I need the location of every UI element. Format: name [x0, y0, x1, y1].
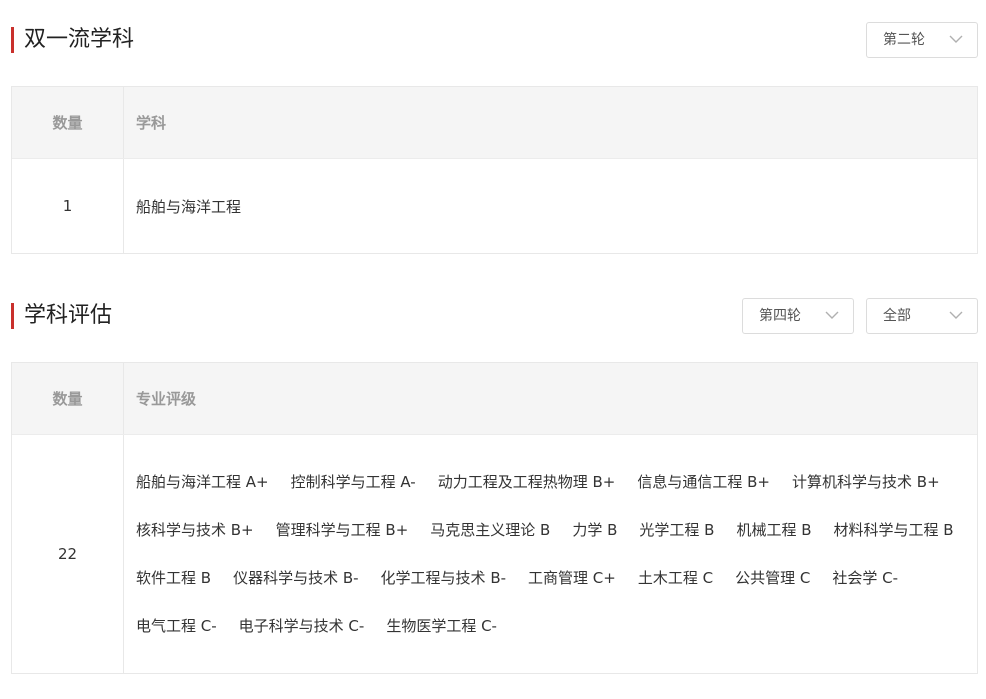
- table-header: 数量 学科: [12, 87, 977, 159]
- grade-item: 土木工程 C: [637, 569, 714, 587]
- grade-item: 动力工程及工程热物理 B+: [437, 473, 616, 491]
- grade-item: 机械工程 B: [736, 521, 812, 539]
- round-select-label: 第四轮: [759, 308, 801, 324]
- table-row: 1 船舶与海洋工程: [12, 159, 977, 253]
- chevron-down-icon: [949, 35, 963, 43]
- double-first-class-header: 双一流学科 第二轮: [11, 22, 978, 58]
- evaluation-header: 学科评估 第四轮 全部: [11, 298, 978, 334]
- row-count: 1: [12, 159, 124, 253]
- header-count: 数量: [12, 363, 124, 434]
- grade-item: 电气工程 C-: [136, 617, 217, 635]
- row-subject: 船舶与海洋工程: [136, 197, 242, 216]
- grade-item: 社会学 C-: [832, 569, 898, 587]
- row-count: 22: [12, 435, 124, 673]
- evaluation-title: 学科评估: [11, 301, 112, 331]
- round-select-double-first-class[interactable]: 第二轮: [866, 22, 978, 58]
- grade-item: 力学 B: [572, 521, 618, 539]
- table-header: 数量 专业评级: [12, 363, 977, 435]
- grade-item: 信息与通信工程 B+: [637, 473, 771, 491]
- grade-item: 软件工程 B: [136, 569, 212, 587]
- grade-item: 电子科学与技术 C-: [238, 617, 365, 635]
- grade-item: 计算机科学与技术 B+: [792, 473, 940, 491]
- chevron-down-icon: [949, 311, 963, 319]
- grade-filter-select[interactable]: 全部: [866, 298, 978, 334]
- table-row: 22 船舶与海洋工程 A+ 控制科学与工程 A- 动力工程及工程热物理 B+ 信息与通…: [12, 435, 977, 673]
- grade-item: 生物医学工程 C-: [386, 617, 497, 635]
- grade-item: 工商管理 C+: [528, 569, 616, 587]
- chevron-down-icon: [825, 311, 839, 319]
- grade-list: 船舶与海洋工程 A+ 控制科学与工程 A- 动力工程及工程热物理 B+ 信息与通信工程…: [124, 435, 977, 673]
- header-count: 数量: [12, 87, 124, 158]
- grade-item: 仪器科学与技术 B-: [233, 569, 359, 587]
- round-select-evaluation[interactable]: 第四轮: [742, 298, 854, 334]
- grade-tags: 船舶与海洋工程 A+ 控制科学与工程 A- 动力工程及工程热物理 B+ 信息与通信工程…: [136, 435, 977, 675]
- double-first-class-title: 双一流学科: [11, 25, 134, 55]
- grade-item: 船舶与海洋工程 A+: [136, 473, 269, 491]
- double-first-class-table: 数量 学科 1 船舶与海洋工程: [11, 86, 978, 254]
- header-subject: 学科: [136, 114, 167, 132]
- grade-item: 化学工程与技术 B-: [380, 569, 507, 587]
- grade-item: 管理科学与工程 B+: [275, 521, 409, 539]
- evaluation-table: 数量 专业评级 22 船舶与海洋工程 A+ 控制科学与工程 A- 动力工程及工程热物…: [11, 362, 978, 674]
- grade-filter-label: 全部: [883, 308, 911, 324]
- grade-item: 核科学与技术 B+: [136, 521, 254, 539]
- grade-item: 材料科学与工程 B: [833, 521, 954, 539]
- grade-item: 控制科学与工程 A-: [290, 473, 416, 491]
- header-grade: 专业评级: [136, 390, 197, 408]
- grade-item: 光学工程 B: [639, 521, 715, 539]
- grade-item: 马克思主义理论 B: [430, 521, 551, 539]
- round-select-label: 第二轮: [883, 32, 925, 48]
- grade-item: 公共管理 C: [735, 569, 811, 587]
